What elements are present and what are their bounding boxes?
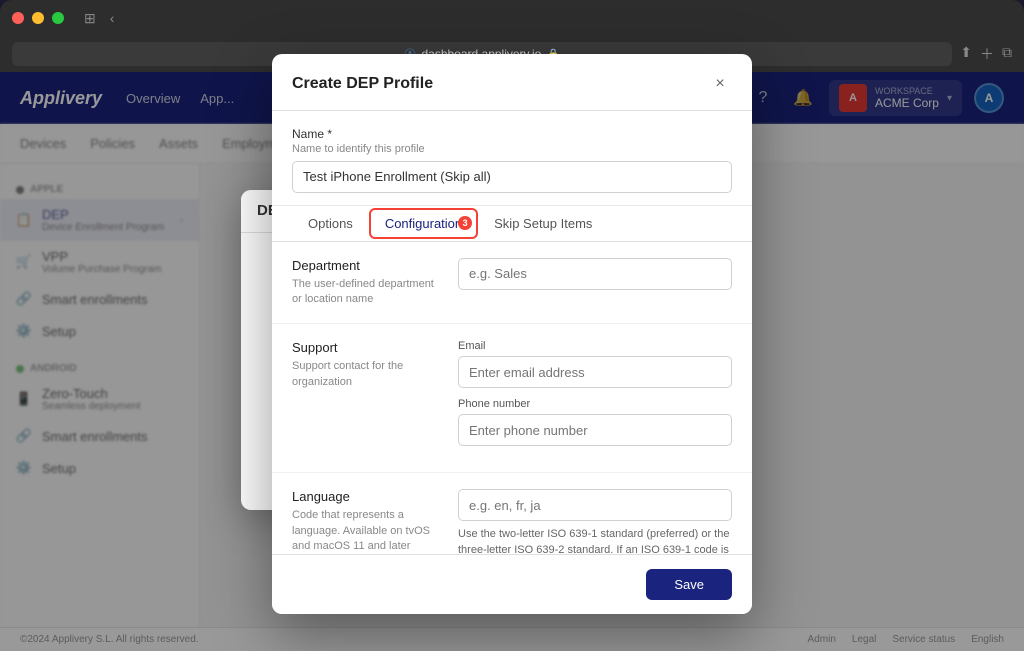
share-icon[interactable]: ⬆ (960, 44, 972, 64)
language-input[interactable] (458, 489, 732, 521)
support-title: Support (292, 340, 442, 355)
tabs-icon[interactable]: ⧉ (1002, 44, 1012, 64)
traffic-light-maximize[interactable] (52, 12, 64, 24)
name-field-label: Name * (292, 127, 732, 141)
name-field-hint: Name to identify this profile (292, 143, 732, 155)
department-desc: The user-defined department or location … (292, 277, 442, 308)
traffic-light-close[interactable] (12, 12, 24, 24)
tab-configuration[interactable]: Configuration 3 (369, 208, 478, 239)
support-section-info: Support Support contact for the organiza… (292, 340, 442, 456)
modal-close-button[interactable]: × (708, 72, 732, 96)
language-title: Language (292, 489, 442, 504)
app-background: Applivery Overview App... ? 🔔 A WORKSPAC… (0, 72, 1024, 651)
language-section-info: Language Code that represents a language… (292, 489, 442, 553)
support-section-fields: Email Phone number (458, 340, 732, 456)
email-input[interactable] (458, 356, 732, 388)
traffic-light-minimize[interactable] (32, 12, 44, 24)
phone-input[interactable] (458, 414, 732, 446)
name-section: Name * Name to identify this profile (272, 111, 752, 206)
sidebar-toggle-icon[interactable]: ⊞ (80, 8, 100, 29)
modal-footer: Save (272, 554, 752, 614)
create-dep-profile-modal: Create DEP Profile × Name * Name to iden… (272, 54, 752, 614)
tab-badge: 3 (458, 216, 472, 230)
language-section-fields: Use the two-letter ISO 639-1 standard (p… (458, 489, 732, 553)
department-section-fields (458, 258, 732, 308)
email-group: Email (458, 340, 732, 388)
phone-group: Phone number (458, 398, 732, 446)
save-button[interactable]: Save (646, 569, 732, 600)
back-icon[interactable]: ‹ (106, 8, 119, 28)
browser-titlebar: ⊞ ‹ (0, 0, 1024, 36)
support-section: Support Support contact for the organiza… (272, 324, 752, 473)
modal-title: Create DEP Profile (292, 75, 433, 93)
department-title: Department (292, 258, 442, 273)
new-tab-icon[interactable]: ＋ (980, 44, 994, 64)
department-input[interactable] (458, 258, 732, 290)
name-input[interactable] (292, 161, 732, 193)
language-desc: Code that represents a language. Availab… (292, 508, 442, 553)
modal-body: Department The user-defined department o… (272, 242, 752, 554)
language-section: Language Code that represents a language… (272, 473, 752, 553)
support-desc: Support contact for the organization (292, 359, 442, 390)
modal-tabs: Options Configuration 3 Skip Setup Items (272, 206, 752, 242)
tab-options[interactable]: Options (292, 206, 369, 241)
modal-header: Create DEP Profile × (272, 54, 752, 111)
language-hint: Use the two-letter ISO 639-1 standard (p… (458, 527, 732, 553)
browser-actions: ⬆ ＋ ⧉ (960, 44, 1012, 64)
department-section-info: Department The user-defined department o… (292, 258, 442, 308)
department-section: Department The user-defined department o… (272, 242, 752, 325)
phone-label: Phone number (458, 398, 732, 410)
tab-skip-setup[interactable]: Skip Setup Items (478, 206, 608, 241)
email-label: Email (458, 340, 732, 352)
